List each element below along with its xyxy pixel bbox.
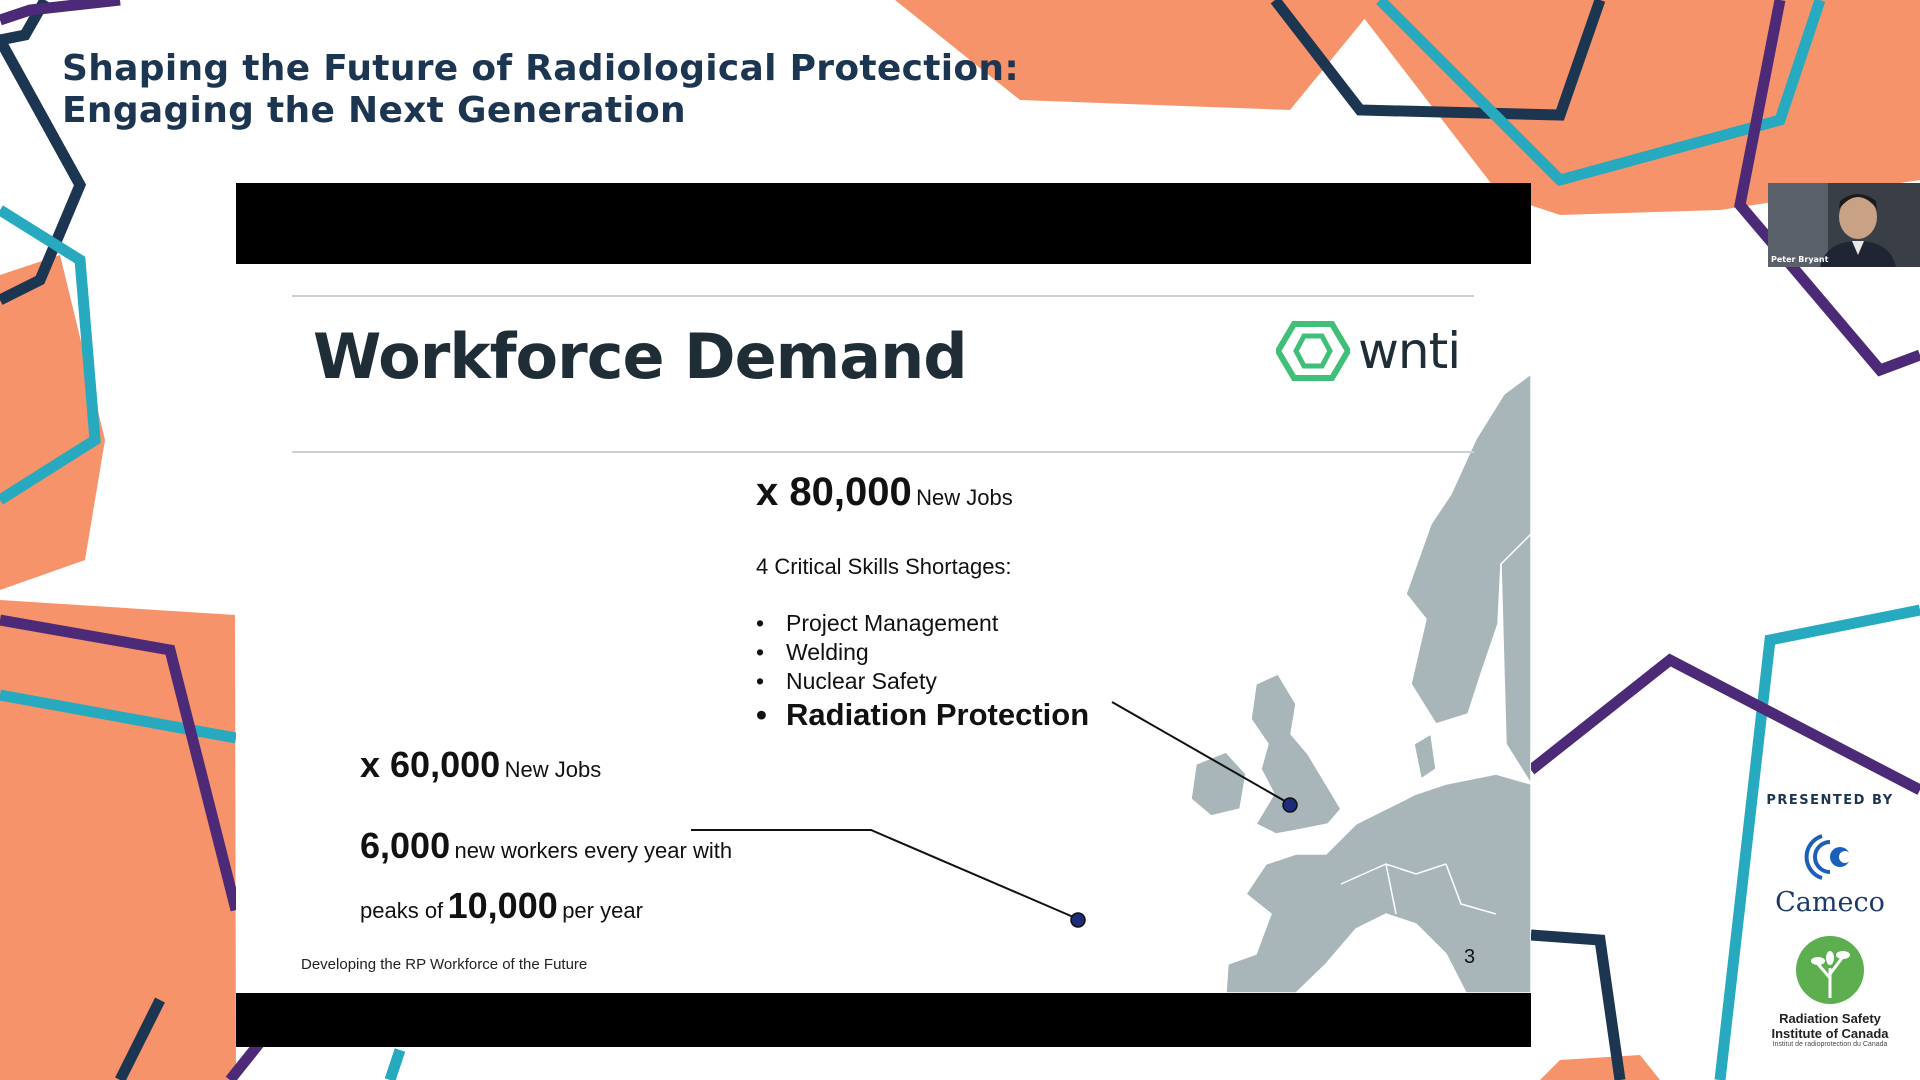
stat-80k-label: New Jobs [916,485,1013,510]
map-denmark [1413,732,1437,781]
peaks-text: peaks of [360,898,444,923]
france-pointer-line [691,829,1079,920]
skill-item: • Welding [756,639,869,665]
shortages-title: 4 Critical Skills Shortages: [756,554,1012,579]
stat-80k-jobs: x 80,000 New Jobs [756,470,1013,515]
presented-by-label: PRESENTED BY [1766,793,1894,808]
skill-item: • Project Management [756,610,999,636]
wnti-logo-text: wnti [1358,322,1461,380]
peaks-number: 10,000 [447,885,558,926]
slide-footer: Developing the RP Workforce of the Futur… [301,956,588,973]
slide-heading: Workforce Demand [313,320,968,393]
map-ireland [1190,751,1247,817]
speaker-name: Peter Bryant [1771,255,1829,264]
workers-text: new workers every year with [454,838,733,863]
pointer-lines [691,701,1291,920]
france-marker [1070,912,1086,928]
cameco-logo: Cameco [1760,830,1900,918]
event-title-line2: Engaging the Next Generation [62,90,686,131]
skills-list: • Project Management • Welding • Nuclear Sa… [756,609,1089,734]
rsic-name-line1: Radiation Safety [1779,1011,1881,1026]
shared-slide: Workforce Demand wnti x 80,000 New Jobs … [236,264,1531,993]
stat-60k-jobs: x 60,000 New Jobs [360,744,601,786]
cameco-name: Cameco [1775,887,1885,918]
rsic-logo: Radiation Safety Institute of Canada Ins… [1765,934,1895,1048]
wnti-hexagon-icon [1276,321,1350,381]
slide-page-number: 3 [1464,946,1476,968]
rsic-subtitle: Institut de radioprotection du Canada [1772,1041,1888,1048]
map-great-britain [1250,673,1342,835]
workers-stat: 6,000 new workers every year with peaks … [360,820,732,940]
slide-rule-top [292,295,1474,297]
wnti-logo: wnti [1276,320,1461,382]
rsic-tree-icon [1796,936,1864,1004]
stat-80k-number: x 80,000 [756,470,912,514]
event-title-line1: Shaping the Future of Radiological Prote… [62,48,1020,89]
skill-item: • Nuclear Safety [756,668,937,694]
event-title: Shaping the Future of Radiological Prote… [62,48,1019,132]
workers-number: 6,000 [360,825,451,866]
skill-item-emphasized: • Radiation Protection [756,697,1090,732]
cameco-emblem-icon [1804,834,1851,880]
rsic-name-line2: Institute of Canada [1771,1026,1889,1041]
stat-60k-label: New Jobs [504,757,602,782]
uk-marker [1282,797,1298,813]
slide-rule-middle [292,451,1474,453]
map-northeast [1500,532,1531,786]
speaker-video-tile[interactable]: Peter Bryant [1768,183,1920,267]
stat-60k-number: x 60,000 [360,744,501,785]
per-year-text: per year [562,898,643,923]
